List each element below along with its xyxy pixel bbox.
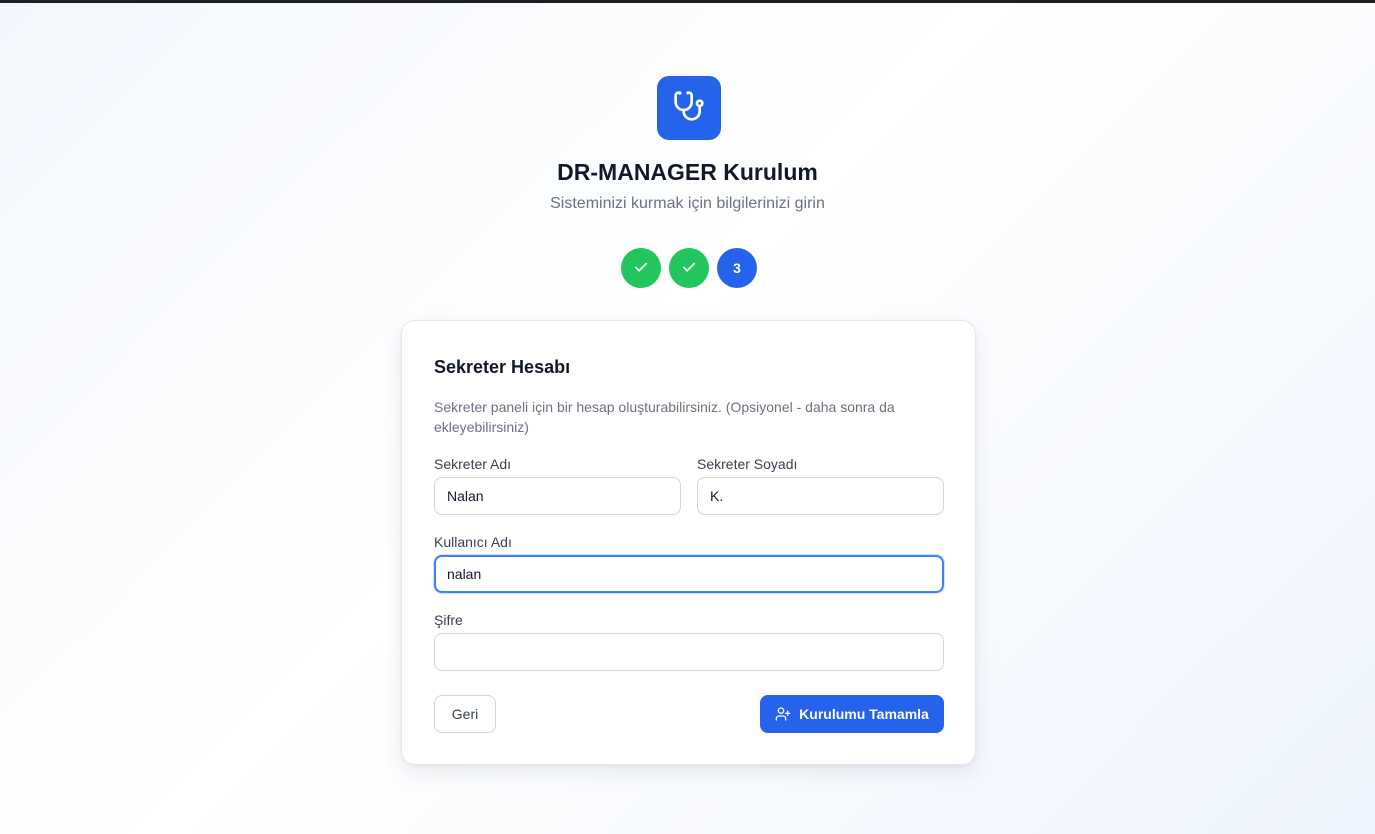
last-name-input[interactable] [697,477,944,515]
page-subtitle: Sisteminizi kurmak için bilgilerinizi gi… [550,195,825,212]
step-3-current: 3 [717,248,757,288]
check-icon [632,258,650,279]
check-icon [680,258,698,279]
first-name-input[interactable] [434,477,681,515]
step-2-complete [669,248,709,288]
first-name-label: Sekreter Adı [434,456,512,472]
card-description: Sekreter paneli için bir hesap oluşturab… [434,399,895,435]
user-plus-icon [775,706,791,722]
page-title: DR-MANAGER Kurulum [557,159,818,185]
complete-setup-label: Kurulumu Tamamla [799,706,929,722]
secretary-account-card: Sekreter Hesabı Sekreter paneli için bir… [401,320,976,765]
complete-setup-button[interactable]: Kurulumu Tamamla [760,695,944,733]
last-name-label: Sekreter Soyadı [697,456,798,472]
password-input[interactable] [434,633,944,671]
username-input[interactable] [434,555,944,593]
logo [657,76,721,140]
step-indicator: 3 [621,248,757,288]
step-number: 3 [733,260,741,276]
stethoscope-icon [673,90,705,127]
card-title: Sekreter Hesabı [434,357,571,377]
step-1-complete [621,248,661,288]
password-label: Şifre [434,612,463,628]
username-label: Kullanıcı Adı [434,534,512,550]
back-button[interactable]: Geri [434,695,496,733]
top-border [0,0,1375,3]
